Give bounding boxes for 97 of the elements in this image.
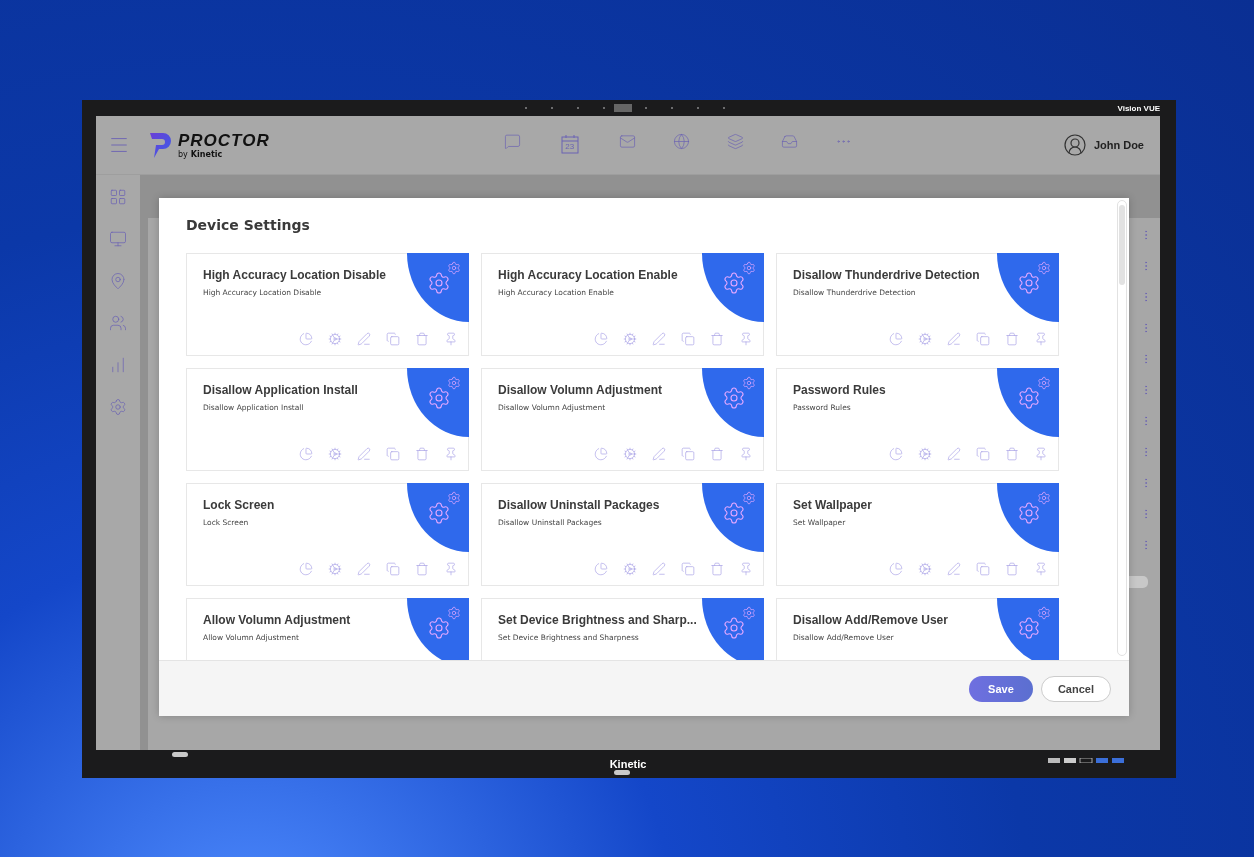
card-title: Disallow Application Install <box>203 383 358 397</box>
pie-chart-icon[interactable] <box>889 562 903 576</box>
gears-icon <box>427 261 461 295</box>
kinetic-logo: Kinetic <box>609 758 647 770</box>
dialog-title: Device Settings <box>186 216 311 234</box>
card-title: Lock Screen <box>203 498 275 512</box>
cog-icon[interactable] <box>623 332 637 346</box>
card-title: Disallow Uninstall Packages <box>498 498 660 512</box>
copy-icon[interactable] <box>681 562 695 576</box>
avatar-icon <box>1062 133 1087 157</box>
card-title: High Accuracy Location Enable <box>498 268 678 282</box>
cog-icon[interactable] <box>918 562 932 576</box>
pin-icon[interactable] <box>444 447 458 461</box>
gears-icon <box>427 376 461 410</box>
cog-icon[interactable] <box>328 332 342 346</box>
trash-icon[interactable] <box>1005 562 1019 576</box>
pen-icon[interactable] <box>357 562 371 576</box>
copy-icon[interactable] <box>976 332 990 346</box>
copy-icon[interactable] <box>386 562 400 576</box>
cog-icon[interactable] <box>918 447 932 461</box>
indicator-light <box>614 770 630 775</box>
users-icon[interactable] <box>109 314 127 332</box>
cog-icon[interactable] <box>328 562 342 576</box>
card-title: Set Wallpaper <box>793 498 872 512</box>
proctor-logo-icon <box>148 131 172 159</box>
card-title: Set Device Brightness and Sharp... <box>498 613 697 627</box>
bar-chart-icon[interactable] <box>109 356 127 374</box>
pin-icon[interactable] <box>1034 447 1048 461</box>
pen-icon[interactable] <box>357 332 371 346</box>
pen-icon[interactable] <box>947 332 961 346</box>
user-menu[interactable]: John Doe <box>1062 133 1144 157</box>
trash-icon[interactable] <box>415 447 429 461</box>
display-brand: Vision VUE <box>1117 103 1160 113</box>
pie-chart-icon[interactable] <box>889 332 903 346</box>
gears-icon <box>427 491 461 525</box>
card-title: Disallow Volumn Adjustment <box>498 383 662 397</box>
pen-icon[interactable] <box>947 447 961 461</box>
gears-icon <box>1017 606 1051 640</box>
app-name: PROCTOR <box>178 131 270 150</box>
card-title: Disallow Add/Remove User <box>793 613 948 627</box>
settings-icon[interactable] <box>109 398 127 416</box>
monitor-icon[interactable] <box>109 230 127 248</box>
pin-icon[interactable] <box>444 332 458 346</box>
gears-icon <box>722 261 756 295</box>
trash-icon[interactable] <box>1005 447 1019 461</box>
map-pin-icon[interactable] <box>109 272 127 290</box>
byline: by <box>178 149 188 159</box>
copy-icon[interactable] <box>681 447 695 461</box>
trash-icon[interactable] <box>710 562 724 576</box>
pen-icon[interactable] <box>947 562 961 576</box>
pie-chart-icon[interactable] <box>594 562 608 576</box>
pie-chart-icon[interactable] <box>594 447 608 461</box>
copy-icon[interactable] <box>976 562 990 576</box>
save-button[interactable]: Save <box>968 675 1033 702</box>
pen-icon[interactable] <box>652 447 666 461</box>
pin-icon[interactable] <box>1034 332 1048 346</box>
trash-icon[interactable] <box>415 562 429 576</box>
pin-icon[interactable] <box>739 562 753 576</box>
pen-icon[interactable] <box>357 447 371 461</box>
copy-icon[interactable] <box>681 332 695 346</box>
cog-icon[interactable] <box>918 332 932 346</box>
card-title: Disallow Thunderdrive Detection <box>793 268 980 282</box>
copy-icon[interactable] <box>386 447 400 461</box>
card-title: Password Rules <box>793 383 886 397</box>
cog-icon[interactable] <box>623 447 637 461</box>
pie-chart-icon[interactable] <box>594 332 608 346</box>
cancel-button[interactable]: Cancel <box>1040 675 1111 702</box>
pen-icon[interactable] <box>652 332 666 346</box>
pie-chart-icon[interactable] <box>299 447 313 461</box>
trash-icon[interactable] <box>1005 332 1019 346</box>
card-title: Allow Volumn Adjustment <box>203 613 351 627</box>
gears-icon <box>1017 491 1051 525</box>
byline-brand: Kinetic <box>190 149 223 159</box>
copy-icon[interactable] <box>976 447 990 461</box>
gears-icon <box>722 491 756 525</box>
pie-chart-icon[interactable] <box>889 447 903 461</box>
gears-icon <box>722 606 756 640</box>
pin-icon[interactable] <box>739 332 753 346</box>
indicator-light <box>172 752 188 757</box>
trash-icon[interactable] <box>415 332 429 346</box>
gears-icon <box>722 376 756 410</box>
trash-icon[interactable] <box>710 332 724 346</box>
gears-icon <box>1017 261 1051 295</box>
cog-icon[interactable] <box>328 447 342 461</box>
gears-icon <box>427 606 461 640</box>
pie-chart-icon[interactable] <box>299 332 313 346</box>
gears-icon <box>1017 376 1051 410</box>
pin-icon[interactable] <box>739 447 753 461</box>
pie-chart-icon[interactable] <box>299 562 313 576</box>
card-title: High Accuracy Location Disable <box>203 268 386 282</box>
pin-icon[interactable] <box>444 562 458 576</box>
copy-icon[interactable] <box>386 332 400 346</box>
grid-icon[interactable] <box>109 188 127 206</box>
trash-icon[interactable] <box>710 447 724 461</box>
pin-icon[interactable] <box>1034 562 1048 576</box>
cog-icon[interactable] <box>623 562 637 576</box>
pen-icon[interactable] <box>652 562 666 576</box>
